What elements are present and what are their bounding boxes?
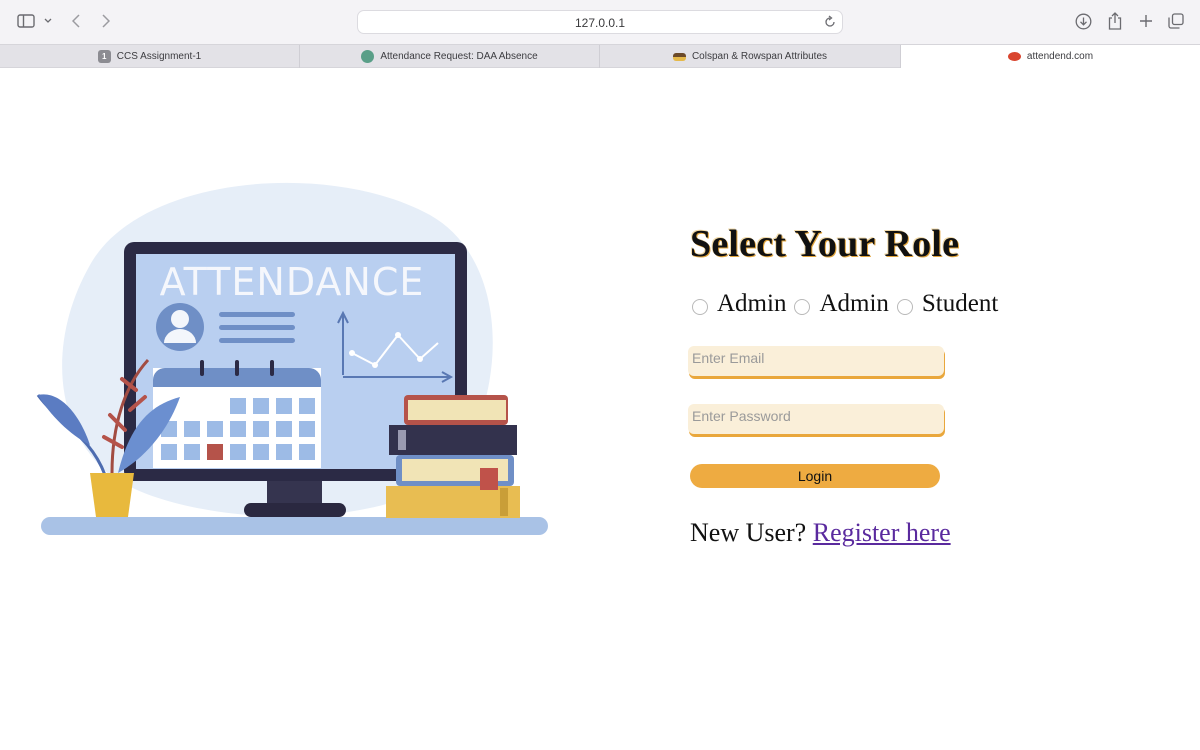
tab-label: Colspan & Rowspan Attributes (691, 51, 828, 62)
url-text: 127.0.0.1 (574, 16, 626, 30)
role-label-student: Student (921, 290, 999, 317)
tab-overview-icon[interactable] (1167, 10, 1185, 32)
register-prompt: New User? Register here (690, 518, 951, 548)
role-selector: Admin Admin Student (690, 290, 1004, 318)
address-bar[interactable]: 127.0.0.1 (357, 10, 843, 34)
role-label-admin-1: Admin (717, 290, 787, 317)
tab-colspan-rowspan[interactable]: Colspan & Rowspan Attributes (600, 45, 901, 68)
tab-bar: 1 CCS Assignment-1 Attendance Request: D… (0, 44, 1200, 68)
role-radio-admin-1[interactable] (692, 298, 708, 315)
email-input[interactable]: Enter Email (688, 346, 944, 376)
tab-favicon-icon (1007, 52, 1021, 61)
download-icon[interactable] (1074, 10, 1092, 32)
attendance-illustration-svg: ATTENDANCE (36, 182, 548, 535)
role-radio-student[interactable] (896, 298, 913, 315)
tab-label: Attendance Request: DAA Absence (380, 51, 538, 62)
new-user-text: New User? (690, 518, 807, 547)
reload-icon[interactable] (823, 15, 837, 34)
login-button[interactable]: Login (690, 464, 940, 488)
tab-label: CCS Assignment-1 (116, 51, 202, 62)
role-label-admin-2: Admin (819, 290, 889, 317)
tab-attendance-request[interactable]: Attendance Request: DAA Absence (300, 45, 600, 68)
page-title: Select Your Role (690, 223, 960, 265)
share-icon[interactable] (1106, 10, 1124, 32)
tab-favicon-icon (672, 52, 686, 61)
chatgpt-favicon-icon (361, 50, 375, 63)
role-radio-admin-2[interactable] (794, 298, 811, 315)
new-tab-icon[interactable] (1137, 10, 1155, 32)
tab-favicon-icon: 1 (97, 50, 111, 63)
sidebar-icon[interactable] (16, 10, 36, 32)
tab-attendend[interactable]: attendend.com (901, 45, 1200, 68)
browser-toolbar: 127.0.0.1 (0, 0, 1200, 44)
attendance-illustration: ATTENDANCE (30, 175, 560, 545)
forward-icon[interactable] (98, 10, 114, 32)
password-input[interactable]: Enter Password (688, 404, 944, 434)
screen-title-text: ATTENDANCE (160, 260, 425, 304)
register-link[interactable]: Register here (813, 518, 951, 547)
chevron-down-icon[interactable] (42, 10, 54, 32)
back-icon[interactable] (68, 10, 84, 32)
tab-label: attendend.com (1026, 51, 1094, 62)
tab-ccs-assignment[interactable]: 1 CCS Assignment-1 (0, 45, 300, 68)
